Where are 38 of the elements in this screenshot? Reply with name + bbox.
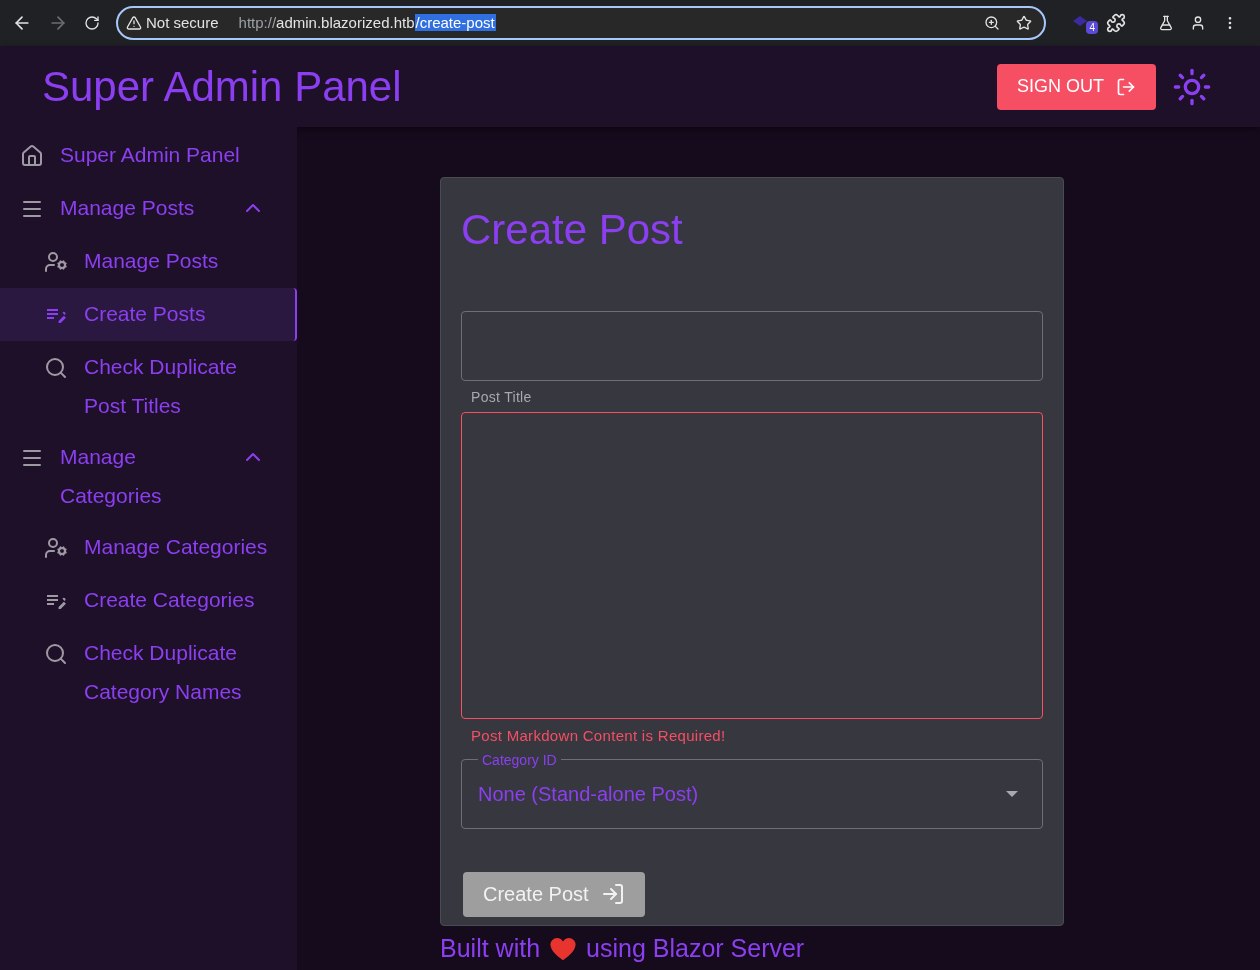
dropdown-caret-icon <box>1006 790 1018 797</box>
nav-link[interactable]: Check Duplicate Post Titles <box>0 341 297 431</box>
nav-group[interactable]: Manage Posts <box>0 182 297 235</box>
nav-group[interactable]: Manage Categories <box>0 431 297 521</box>
app-title: Super Admin Panel <box>42 62 402 112</box>
search-icon <box>44 642 68 666</box>
search-icon <box>44 356 68 380</box>
theme-sun-icon[interactable] <box>1172 66 1212 107</box>
nav-link[interactable]: Manage Categories <box>0 521 297 574</box>
bookmark-star-icon[interactable] <box>1016 15 1032 31</box>
nav-link[interactable]: Super Admin Panel <box>0 129 297 182</box>
user-gear-icon <box>44 250 68 274</box>
content-error: Post Markdown Content is Required! <box>470 726 727 746</box>
sign-out-button[interactable]: SIGN OUT <box>997 63 1156 110</box>
nav-link[interactable]: Manage Posts <box>0 235 297 288</box>
nav-link[interactable]: Check Duplicate Category Names <box>0 627 297 717</box>
flask-icon[interactable] <box>1158 15 1174 31</box>
extension-badge: 4 <box>1086 21 1098 34</box>
form-title: Create Post <box>461 205 684 255</box>
home-icon <box>20 144 44 168</box>
category-value: None (Stand-alone Post) <box>478 781 699 807</box>
warning-icon <box>126 15 142 31</box>
login-arrow-icon <box>600 882 625 906</box>
nav-link[interactable]: Create Categories <box>0 574 297 627</box>
post-title-helper: Post Title <box>470 388 533 407</box>
profile-icon[interactable] <box>1190 15 1206 31</box>
reload-icon[interactable] <box>84 15 100 31</box>
content-field[interactable] <box>461 412 1043 719</box>
puzzle-icon[interactable] <box>1106 13 1126 33</box>
address-bar[interactable]: Not secure http://admin.blazorized.htb/create-post <box>116 6 1046 40</box>
user-gear-icon <box>44 536 68 560</box>
footer-text: Built with <box>440 933 541 964</box>
security-label: Not secure <box>146 12 219 33</box>
nav-link[interactable]: Create Posts <box>0 288 297 341</box>
footer-text: using Blazor Server <box>586 933 805 964</box>
zoom-icon[interactable] <box>984 15 1000 31</box>
post-title-field[interactable] <box>461 311 1043 381</box>
url-text: http://admin.blazorized.htb/create-post <box>238 12 496 33</box>
